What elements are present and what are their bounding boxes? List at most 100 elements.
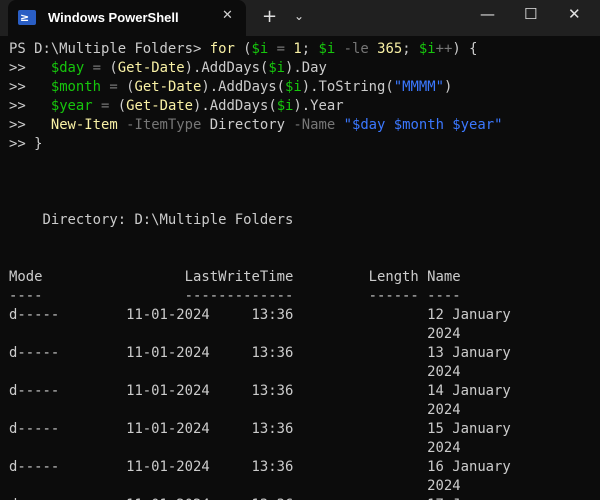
terminal-text: d----- 11-01-2024 13:36 12 January xyxy=(9,307,511,323)
terminal-text: d----- 11-01-2024 13:36 14 January xyxy=(9,383,511,399)
tab-windows-powershell[interactable]: ≥ Windows PowerShell ✕ xyxy=(8,0,246,36)
terminal-text: $month xyxy=(50,79,102,95)
terminal-line: 2024 xyxy=(9,439,600,458)
terminal-text: 2024 xyxy=(9,326,461,342)
terminal-text: $i xyxy=(318,41,336,57)
terminal-text: ).AddDays( xyxy=(184,60,269,76)
terminal-text: $i xyxy=(418,41,436,57)
terminal-text: PS D:\Multiple Folders> xyxy=(9,41,210,57)
terminal-text: ).AddDays( xyxy=(201,79,286,95)
terminal-text: New-Item xyxy=(50,117,118,133)
terminal-text: 2024 xyxy=(9,440,461,456)
title-bar: ≥ Windows PowerShell ✕ + ⌄ — ☐ ✕ xyxy=(0,0,600,36)
terminal-line: >> $year = (Get-Date).AddDays($i).Year xyxy=(9,97,600,116)
terminal-line: Directory: D:\Multiple Folders xyxy=(9,211,600,230)
maximize-button[interactable]: ☐ xyxy=(524,5,537,23)
terminal-text: = xyxy=(276,41,286,57)
terminal-line: >> $day = (Get-Date).AddDays($i).Day xyxy=(9,59,600,78)
terminal-line: d----- 11-01-2024 13:36 13 January xyxy=(9,344,600,363)
terminal-text: Get-Date xyxy=(117,60,185,76)
terminal-text: >> xyxy=(9,79,51,95)
terminal-text: Get-Date xyxy=(126,98,194,114)
terminal-line: PS D:\Multiple Folders> for ($i = 1; $i … xyxy=(9,40,600,59)
terminal-text: 2024 xyxy=(9,402,461,418)
terminal-text: "$day $month $year" xyxy=(343,117,503,133)
tab-close-icon[interactable]: ✕ xyxy=(222,8,233,23)
terminal-text: $year xyxy=(50,98,93,114)
terminal-text: = xyxy=(92,60,102,76)
tab-title: Windows PowerShell xyxy=(48,10,179,25)
terminal-line: d----- 11-01-2024 13:36 14 January xyxy=(9,382,600,401)
terminal-text: $day xyxy=(50,60,85,76)
terminal-line: 2024 xyxy=(9,363,600,382)
new-tab-button[interactable]: + xyxy=(262,6,277,27)
minimize-button[interactable]: — xyxy=(480,5,495,23)
terminal-output[interactable]: PS D:\Multiple Folders> for ($i = 1; $i … xyxy=(9,40,600,500)
terminal-text: ).Day xyxy=(285,60,327,76)
terminal-line: ---- ------------- ------ ---- xyxy=(9,287,600,306)
terminal-text: d----- 11-01-2024 13:36 15 January xyxy=(9,421,511,437)
terminal-text: 365 xyxy=(377,41,403,57)
close-window-button[interactable]: ✕ xyxy=(568,5,581,23)
terminal-line: >> } xyxy=(9,135,600,154)
terminal-text: ( xyxy=(234,41,252,57)
terminal-line: d----- 11-01-2024 13:36 12 January xyxy=(9,306,600,325)
terminal-text: Mode LastWriteTime Length Name xyxy=(9,269,461,285)
terminal-line: d----- 11-01-2024 13:36 17 January xyxy=(9,496,600,500)
terminal-text: >> xyxy=(9,98,51,114)
terminal-text: ) { xyxy=(452,41,478,57)
terminal-text: = xyxy=(109,79,118,95)
terminal-text: -ItemType xyxy=(126,117,202,133)
terminal-text: $i xyxy=(268,60,286,76)
terminal-line: 2024 xyxy=(9,401,600,420)
terminal-line: >> $month = (Get-Date).AddDays($i).ToStr… xyxy=(9,78,600,97)
terminal-line: 2024 xyxy=(9,325,600,344)
terminal-text: ( xyxy=(101,60,118,76)
terminal-text: -le xyxy=(343,41,369,57)
powershell-icon: ≥ xyxy=(18,10,36,25)
terminal-line: d----- 11-01-2024 13:36 16 January xyxy=(9,458,600,477)
terminal-line: 2024 xyxy=(9,477,600,496)
terminal-text: $i xyxy=(251,41,269,57)
terminal-text: ) xyxy=(443,79,453,95)
terminal-text: ( xyxy=(109,98,127,114)
terminal-text: d----- 11-01-2024 13:36 16 January xyxy=(9,459,511,475)
terminal-text: Directory xyxy=(201,117,294,133)
terminal-text: "MMMM" xyxy=(393,79,444,95)
terminal-text: 2024 xyxy=(9,364,461,380)
terminal-text: ( xyxy=(117,79,135,95)
terminal-text: for xyxy=(209,41,235,57)
terminal-text: ; xyxy=(301,41,319,57)
terminal-text: ).AddDays( xyxy=(193,98,277,114)
terminal-text: 1 xyxy=(293,41,302,57)
terminal-line: >> New-Item -ItemType Directory -Name "$… xyxy=(9,116,600,135)
chevron-down-icon[interactable]: ⌄ xyxy=(294,9,304,23)
terminal-text: >> } xyxy=(9,136,43,152)
terminal-text: Directory: D:\Multiple Folders xyxy=(9,212,294,228)
terminal-text: 2024 xyxy=(9,478,461,494)
terminal-text: ---- ------------- ------ ---- xyxy=(9,288,461,304)
terminal-line: Mode LastWriteTime Length Name xyxy=(9,268,600,287)
terminal-text: ).ToString( xyxy=(301,79,394,95)
terminal-text: ++ xyxy=(435,41,453,57)
terminal-text: -Name xyxy=(293,117,336,133)
terminal-text: ).Year xyxy=(293,98,344,114)
terminal-text: ; xyxy=(402,41,419,57)
terminal-text: >> xyxy=(9,117,51,133)
terminal-line: d----- 11-01-2024 13:36 15 January xyxy=(9,420,600,439)
terminal-text: $i xyxy=(285,79,302,95)
terminal-text: >> xyxy=(9,60,51,76)
terminal-text: $i xyxy=(276,98,294,114)
